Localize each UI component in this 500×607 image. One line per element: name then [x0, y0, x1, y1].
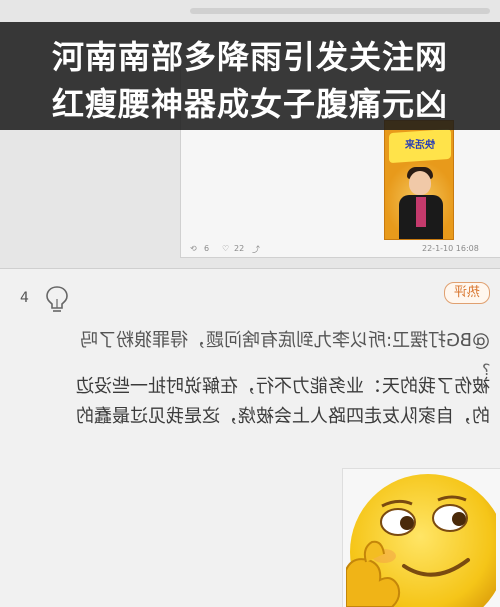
post-poster-image[interactable]: 快活来 — [384, 120, 454, 240]
like-icon[interactable]: ♡ — [222, 244, 229, 253]
post-timestamp: 22-1-10 16:08 — [422, 244, 479, 253]
repost-icon[interactable]: ⟲ — [190, 244, 197, 253]
post-stats-row: ⟲ 6 ♡ 22 ⤴ 22-1-10 16:08 — [190, 244, 500, 256]
poster-title: 快活来 — [405, 140, 435, 151]
smirk-emoji-icon[interactable] — [346, 470, 496, 607]
like-count: 22 — [234, 244, 245, 253]
comment-line-3: 被伤了我的天：业务能力不行，在解说时扯一些没边 — [76, 376, 490, 397]
hot-comment-badge: 热评 — [444, 282, 490, 304]
headline-line-1: 河南南部多降雨引发关注网 — [51, 38, 448, 76]
lightbulb-icon[interactable] — [44, 285, 70, 315]
comment-line-1: @BG打摆卫:所以李九到底有啥问题，得罪狼粉了吗 — [79, 330, 490, 351]
comment-line-4: 的，自家队友走四路人上会被烧，这是我见过最蠢的 — [76, 406, 490, 427]
faint-text-line — [190, 8, 490, 14]
comment-like-count: 4 — [20, 290, 29, 306]
comment-count: 6 — [204, 244, 210, 253]
headline-banner: 河南南部多降雨引发关注网 红瘦腰神器成女子腹痛元凶 — [0, 22, 500, 130]
headline-line-2: 红瘦腰神器成女子腹痛元凶 — [51, 85, 448, 123]
share-icon[interactable]: ⤴ — [252, 244, 260, 255]
